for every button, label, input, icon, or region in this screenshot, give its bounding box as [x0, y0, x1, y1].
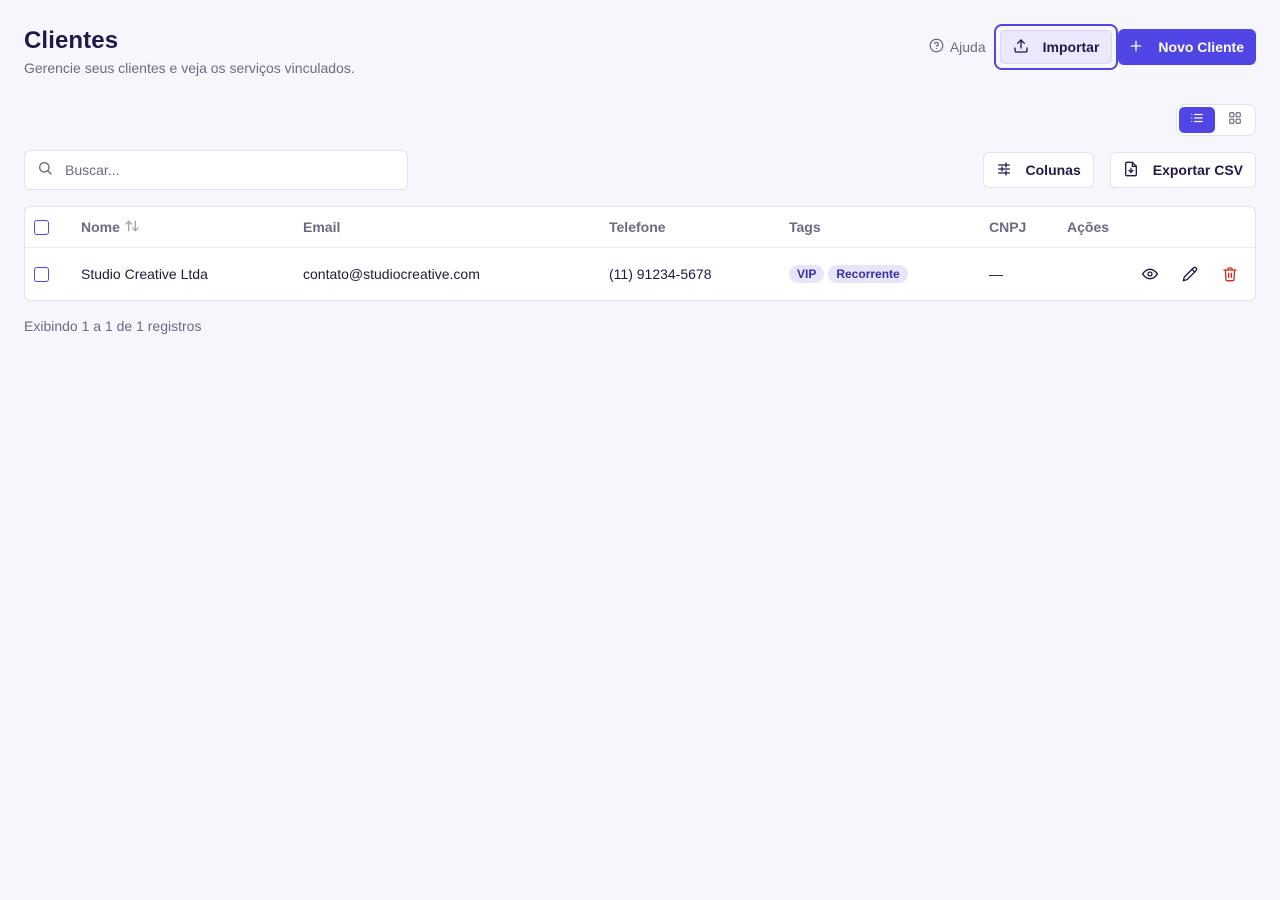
- row-email: contato@studiocreative.com: [303, 266, 480, 282]
- trash-icon[interactable]: [1221, 265, 1239, 283]
- tag-badge: Recorrente: [828, 265, 908, 283]
- column-header-tags: Tags: [789, 219, 821, 235]
- search-input[interactable]: [65, 162, 385, 178]
- plus-icon: [1128, 38, 1144, 57]
- page-header: Clientes Gerencie seus clientes e veja o…: [24, 26, 355, 76]
- new-client-label: Novo Cliente: [1158, 39, 1244, 55]
- row-name: Studio Creative Ltda: [81, 266, 208, 282]
- list-view-button[interactable]: [1179, 107, 1215, 133]
- sort-arrows-icon: [124, 219, 140, 236]
- column-header-phone: Telefone: [609, 219, 666, 235]
- grid-icon: [1228, 111, 1242, 130]
- row-tags: VIP Recorrente: [789, 265, 912, 283]
- top-actions: Ajuda Importar Novo Cliente: [929, 24, 1256, 70]
- page-title: Clientes: [24, 27, 119, 54]
- new-client-button[interactable]: Novo Cliente: [1118, 29, 1256, 65]
- clients-table: Nome Email Telefone Tags CNPJ Ações Stud…: [24, 206, 1256, 301]
- import-label: Importar: [1042, 39, 1100, 55]
- list-icon: [1190, 111, 1204, 130]
- column-header-cnpj: CNPJ: [989, 219, 1027, 235]
- help-circle-icon: [929, 38, 944, 56]
- row-checkbox[interactable]: [34, 266, 49, 282]
- import-focus-ring: Importar: [993, 24, 1119, 70]
- export-csv-button[interactable]: Exportar CSV: [1109, 152, 1256, 188]
- eye-icon[interactable]: [1141, 265, 1159, 283]
- import-button[interactable]: Importar: [999, 30, 1113, 64]
- columns-label: Colunas: [1025, 162, 1081, 178]
- column-header-name[interactable]: Nome: [81, 219, 140, 236]
- tag-badge: VIP: [789, 265, 825, 283]
- column-header-actions: Ações: [1067, 219, 1110, 235]
- page-subtitle: Gerencie seus clientes e veja os serviço…: [24, 60, 355, 76]
- table-toolbar: Colunas Exportar CSV: [982, 152, 1256, 188]
- help-label: Ajuda: [949, 39, 986, 55]
- file-download-icon: [1123, 161, 1139, 180]
- table-row: Studio Creative Ltda contato@studiocreat…: [25, 248, 1255, 300]
- row-cnpj: —: [989, 266, 1003, 282]
- table-header-row: Nome Email Telefone Tags CNPJ Ações: [25, 207, 1255, 248]
- search-box: [24, 150, 408, 190]
- select-all-checkbox[interactable]: [34, 219, 49, 235]
- view-toggle: [1176, 104, 1256, 136]
- pencil-icon[interactable]: [1181, 265, 1199, 283]
- grid-view-button[interactable]: [1217, 107, 1253, 133]
- row-actions: [1141, 265, 1239, 283]
- upload-icon: [1013, 38, 1029, 57]
- sliders-icon: [996, 161, 1012, 180]
- column-header-email: Email: [303, 219, 341, 235]
- row-phone: (11) 91234-5678: [609, 266, 712, 282]
- columns-button[interactable]: Colunas: [982, 152, 1094, 188]
- export-csv-label: Exportar CSV: [1152, 162, 1243, 178]
- pagination-info: Exibindo 1 a 1 de 1 registros: [24, 318, 202, 334]
- search-icon: [37, 160, 53, 181]
- help-link[interactable]: Ajuda: [929, 38, 986, 56]
- column-header-name-label: Nome: [81, 219, 120, 235]
